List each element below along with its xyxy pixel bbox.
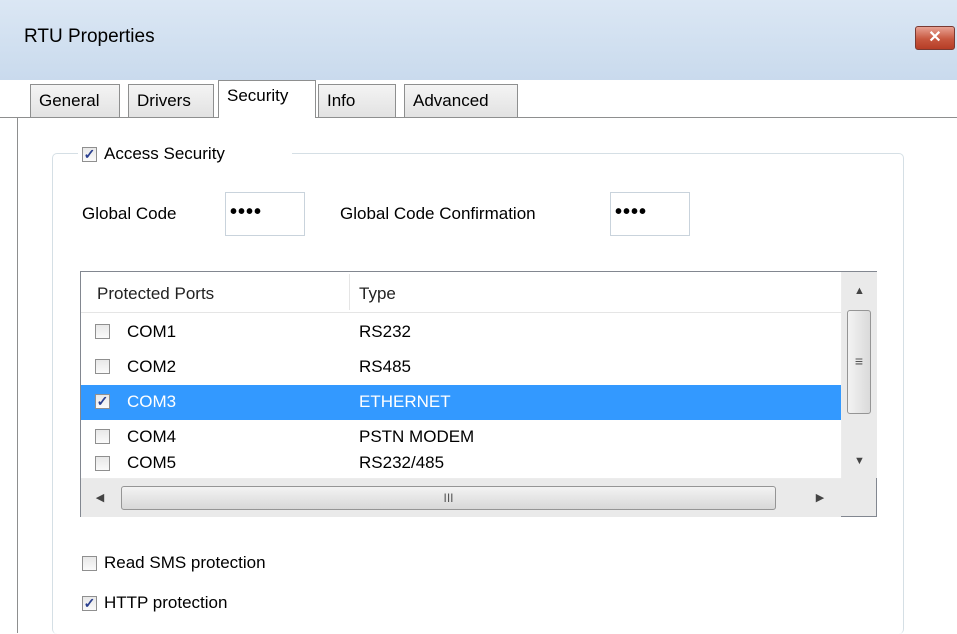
vertical-scrollbar[interactable]: ▲ ≡ ▼ xyxy=(841,272,877,478)
port-name: COM1 xyxy=(127,322,177,341)
global-code-confirmation-input[interactable]: •••• xyxy=(610,192,690,236)
port-checkbox[interactable] xyxy=(95,359,110,374)
table-row-selected[interactable]: ✓ COM3 ETHERNET xyxy=(81,385,841,420)
checkmark-icon: ✓ xyxy=(96,393,109,409)
table-row[interactable]: COM1 RS232 xyxy=(81,315,841,350)
column-header-type[interactable]: Type xyxy=(359,284,396,304)
tab-drivers[interactable]: Drivers xyxy=(128,84,214,117)
port-name: COM4 xyxy=(127,427,177,446)
scroll-right-icon[interactable]: ▶ xyxy=(805,479,835,517)
tab-strip: General Drivers Security Info Advanced xyxy=(0,80,957,118)
checkmark-icon: ✓ xyxy=(83,595,96,611)
grip-icon: ≡ xyxy=(854,353,864,369)
port-checkbox[interactable] xyxy=(95,324,110,339)
port-type: RS485 xyxy=(359,357,411,376)
global-code-confirmation-label: Global Code Confirmation xyxy=(340,204,536,223)
horizontal-scrollbar[interactable]: ◀ III ▶ xyxy=(81,478,841,517)
read-sms-protection-label: Read SMS protection xyxy=(104,553,266,572)
close-button[interactable]: ✕ xyxy=(915,26,955,50)
tab-general-label: General xyxy=(39,91,100,110)
access-security-option[interactable]: ✓ Access Security xyxy=(78,140,292,168)
port-name: COM2 xyxy=(127,357,177,376)
horizontal-scroll-thumb[interactable]: III xyxy=(121,486,776,510)
vertical-scroll-thumb[interactable]: ≡ xyxy=(847,310,871,414)
grip-icon: III xyxy=(443,491,454,505)
global-code-label: Global Code xyxy=(82,204,177,223)
port-checkbox[interactable] xyxy=(95,456,110,471)
scroll-left-icon[interactable]: ◀ xyxy=(85,479,115,517)
tab-advanced[interactable]: Advanced xyxy=(404,84,518,117)
column-separator[interactable] xyxy=(349,274,350,310)
scroll-down-icon[interactable]: ▼ xyxy=(842,446,877,476)
tab-security[interactable]: Security xyxy=(218,80,316,118)
http-protection-checkbox[interactable]: ✓ xyxy=(82,596,97,611)
list-header: Protected Ports Type xyxy=(81,272,841,313)
http-protection-option[interactable]: ✓ HTTP protection xyxy=(82,590,302,618)
port-checkbox[interactable] xyxy=(95,429,110,444)
tab-advanced-label: Advanced xyxy=(413,91,489,110)
rtu-properties-dialog: RTU Properties ✕ General Drivers Securit… xyxy=(0,0,957,634)
tab-drivers-label: Drivers xyxy=(137,91,191,110)
window-title: RTU Properties xyxy=(24,26,155,47)
access-security-checkbox[interactable]: ✓ xyxy=(82,147,97,162)
tab-general[interactable]: General xyxy=(30,84,120,117)
scroll-up-icon[interactable]: ▲ xyxy=(842,276,877,306)
global-code-input[interactable]: •••• xyxy=(225,192,305,236)
port-type: RS232/485 xyxy=(359,453,445,472)
table-row[interactable]: COM5 RS232/485 xyxy=(81,450,841,478)
title-bar: RTU Properties ✕ xyxy=(0,0,957,81)
column-header-protected-ports[interactable]: Protected Ports xyxy=(97,284,214,304)
close-icon: ✕ xyxy=(928,29,942,46)
checkmark-icon: ✓ xyxy=(83,146,96,162)
protected-ports-list[interactable]: Protected Ports Type COM1 RS232 COM2 RS4… xyxy=(80,271,877,517)
tab-info[interactable]: Info xyxy=(318,84,396,117)
port-type: RS232 xyxy=(359,322,411,341)
panel-border xyxy=(17,118,18,633)
access-security-label: Access Security xyxy=(104,144,225,163)
tab-info-label: Info xyxy=(327,91,356,110)
port-name: COM5 xyxy=(127,453,177,472)
http-protection-label: HTTP protection xyxy=(104,593,228,612)
scrollbar-corner xyxy=(841,478,876,516)
port-name: COM3 xyxy=(127,392,177,411)
read-sms-protection-option[interactable]: Read SMS protection xyxy=(82,550,342,578)
tab-security-label: Security xyxy=(227,86,289,105)
read-sms-protection-checkbox[interactable] xyxy=(82,556,97,571)
port-checkbox[interactable]: ✓ xyxy=(95,394,110,409)
table-row[interactable]: COM2 RS485 xyxy=(81,350,841,385)
security-tab-panel: ✓ Access Security Global Code •••• Globa… xyxy=(0,117,957,634)
port-type: PSTN MODEM xyxy=(359,427,475,446)
port-type: ETHERNET xyxy=(359,392,451,411)
